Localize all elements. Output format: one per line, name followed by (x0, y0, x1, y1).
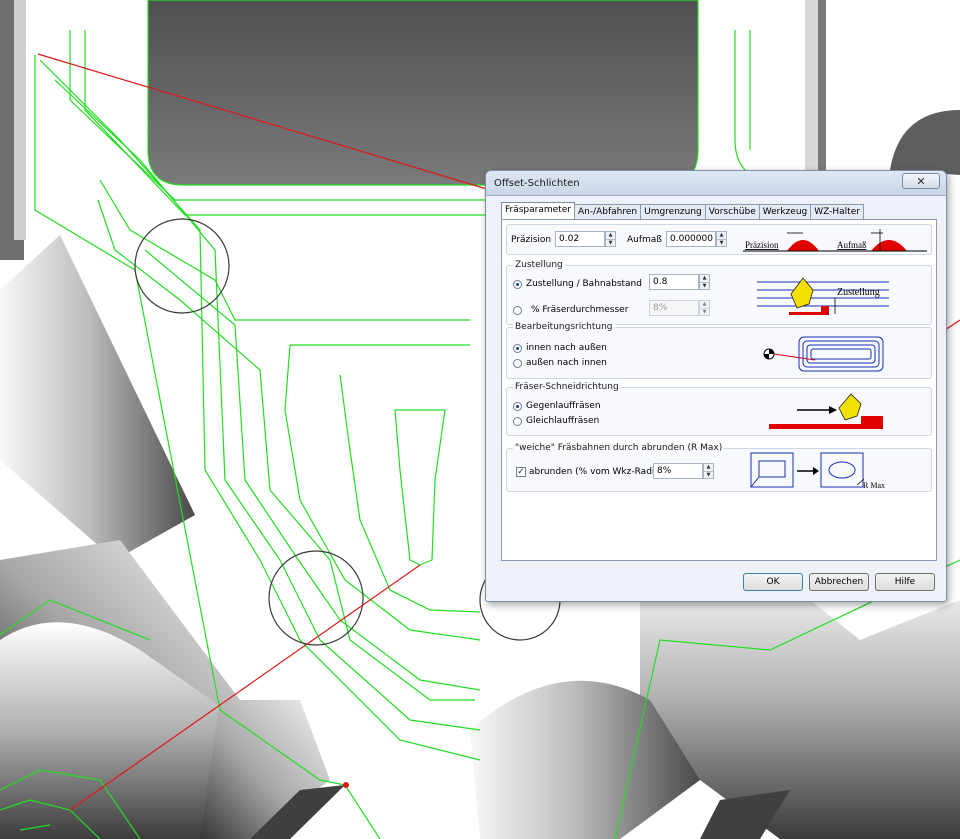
img-praezision-text: Präzision (745, 240, 779, 250)
radio-innen-nach-aussen[interactable] (513, 344, 522, 353)
aussen-nach-innen-label: außen nach innen (526, 358, 607, 368)
hilfe-button[interactable]: Hilfe (875, 573, 935, 591)
abrunden-value-input[interactable]: 8% (653, 463, 703, 479)
tab-vorschuebe[interactable]: Vorschübe (704, 204, 760, 219)
tab-strip: Fräsparameter An-/Abfahren Umgrenzung Vo… (501, 202, 864, 220)
radio-aussen-nach-innen[interactable] (513, 359, 522, 368)
zustellung-opt2-label: % Fräserdurchmesser (531, 305, 629, 315)
zustellung-radio-bahnabstand[interactable] (513, 280, 522, 289)
fraeserdurchmesser-spinner[interactable]: ▲ ▼ (699, 300, 710, 316)
praezision-input[interactable]: 0.02 (555, 231, 605, 247)
gegenlauffraesen-label: Gegenlauffräsen (526, 401, 601, 411)
zustellung-radio-fraeserdurchmesser[interactable] (513, 306, 522, 315)
tab-werkzeug[interactable]: Werkzeug (758, 204, 812, 219)
img-rmax-text: R Max (863, 481, 885, 490)
zustellung-title: Zustellung (513, 260, 565, 270)
schneidrichtung-title: Fräser-Schneidrichtung (513, 382, 621, 392)
praezision-label: Präzision (511, 235, 552, 245)
abrunden-value-spinner[interactable]: ▲ ▼ (703, 463, 714, 479)
praezision-spinner[interactable]: ▲ ▼ (605, 231, 616, 247)
fraeserdurchmesser-input[interactable]: 8% (649, 300, 699, 316)
weiche-title: "weiche" Fräsbahnen durch abrunden (R Ma… (513, 443, 725, 453)
ok-button[interactable]: OK (743, 573, 803, 591)
params-group: Präzision 0.02 ▲ ▼ Aufmaß 0.000000 ▲ ▼ Prä… (506, 224, 932, 255)
zustellung-value-input[interactable]: 0.8 (649, 274, 699, 290)
aufmass-input[interactable]: 0.000000 (666, 231, 716, 247)
weiche-fraesbahnen-group: "weiche" Fräsbahnen durch abrunden (R Ma… (506, 443, 932, 492)
zustellung-diagram: Zustellung (757, 277, 889, 315)
close-button[interactable]: ✕ (902, 173, 940, 189)
aufmass-spinner[interactable]: ▲ ▼ (716, 231, 727, 247)
img-aufmass-text: Aufmaß (837, 240, 867, 250)
radio-gegenlauffraesen[interactable] (513, 402, 522, 411)
bearbeitungsrichtung-group: Bearbeitungsrichtung innen nach außen au… (506, 322, 932, 379)
tab-umgrenzung[interactable]: Umgrenzung (640, 204, 706, 219)
radio-gleichlauffraesen[interactable] (513, 417, 522, 426)
abbrechen-button[interactable]: Abbrechen (809, 573, 869, 591)
tab-fraesparameter[interactable]: Fräsparameter (501, 202, 575, 219)
dialog-body: Fräsparameter An-/Abfahren Umgrenzung Vo… (493, 202, 939, 563)
abrunden-label: abrunden (% vom Wkz-Radius) (529, 467, 669, 477)
close-icon: ✕ (916, 175, 926, 188)
dialog-titlebar[interactable]: Offset-Schlichten ✕ (486, 171, 946, 196)
schneidrichtung-diagram (769, 393, 883, 429)
offset-schlichten-dialog: Offset-Schlichten ✕ Fräsparameter An-/Ab… (485, 170, 947, 602)
aufmass-label: Aufmaß (627, 235, 662, 245)
gleichlauffraesen-label: Gleichlauffräsen (526, 416, 600, 426)
praezision-aufmass-diagram: Präzision Aufmaß (743, 229, 927, 252)
rmax-diagram: R Max (750, 452, 885, 490)
spiral-direction-diagram (763, 336, 884, 372)
tab-panel-fraesparameter: Präzision 0.02 ▲ ▼ Aufmaß 0.000000 ▲ ▼ Prä… (501, 219, 937, 561)
img-zustellung-text: Zustellung (837, 287, 880, 298)
zustellung-value-spinner[interactable]: ▲ ▼ (699, 274, 710, 290)
zustellung-opt1-label: Zustellung / Bahnabstand (526, 279, 642, 289)
bearbeitungsrichtung-title: Bearbeitungsrichtung (513, 322, 615, 332)
innen-nach-aussen-label: innen nach außen (526, 343, 607, 353)
schneidrichtung-group: Fräser-Schneidrichtung Gegenlauffräsen G… (506, 382, 932, 436)
tab-an-abfahren[interactable]: An-/Abfahren (573, 204, 642, 219)
abrunden-checkbox[interactable]: ✓ (516, 467, 526, 477)
dialog-title: Offset-Schlichten (494, 178, 580, 189)
tab-wz-halter[interactable]: WZ-Halter (810, 204, 864, 219)
zustellung-group: Zustellung Zustellung / Bahnabstand 0.8 … (506, 260, 932, 325)
